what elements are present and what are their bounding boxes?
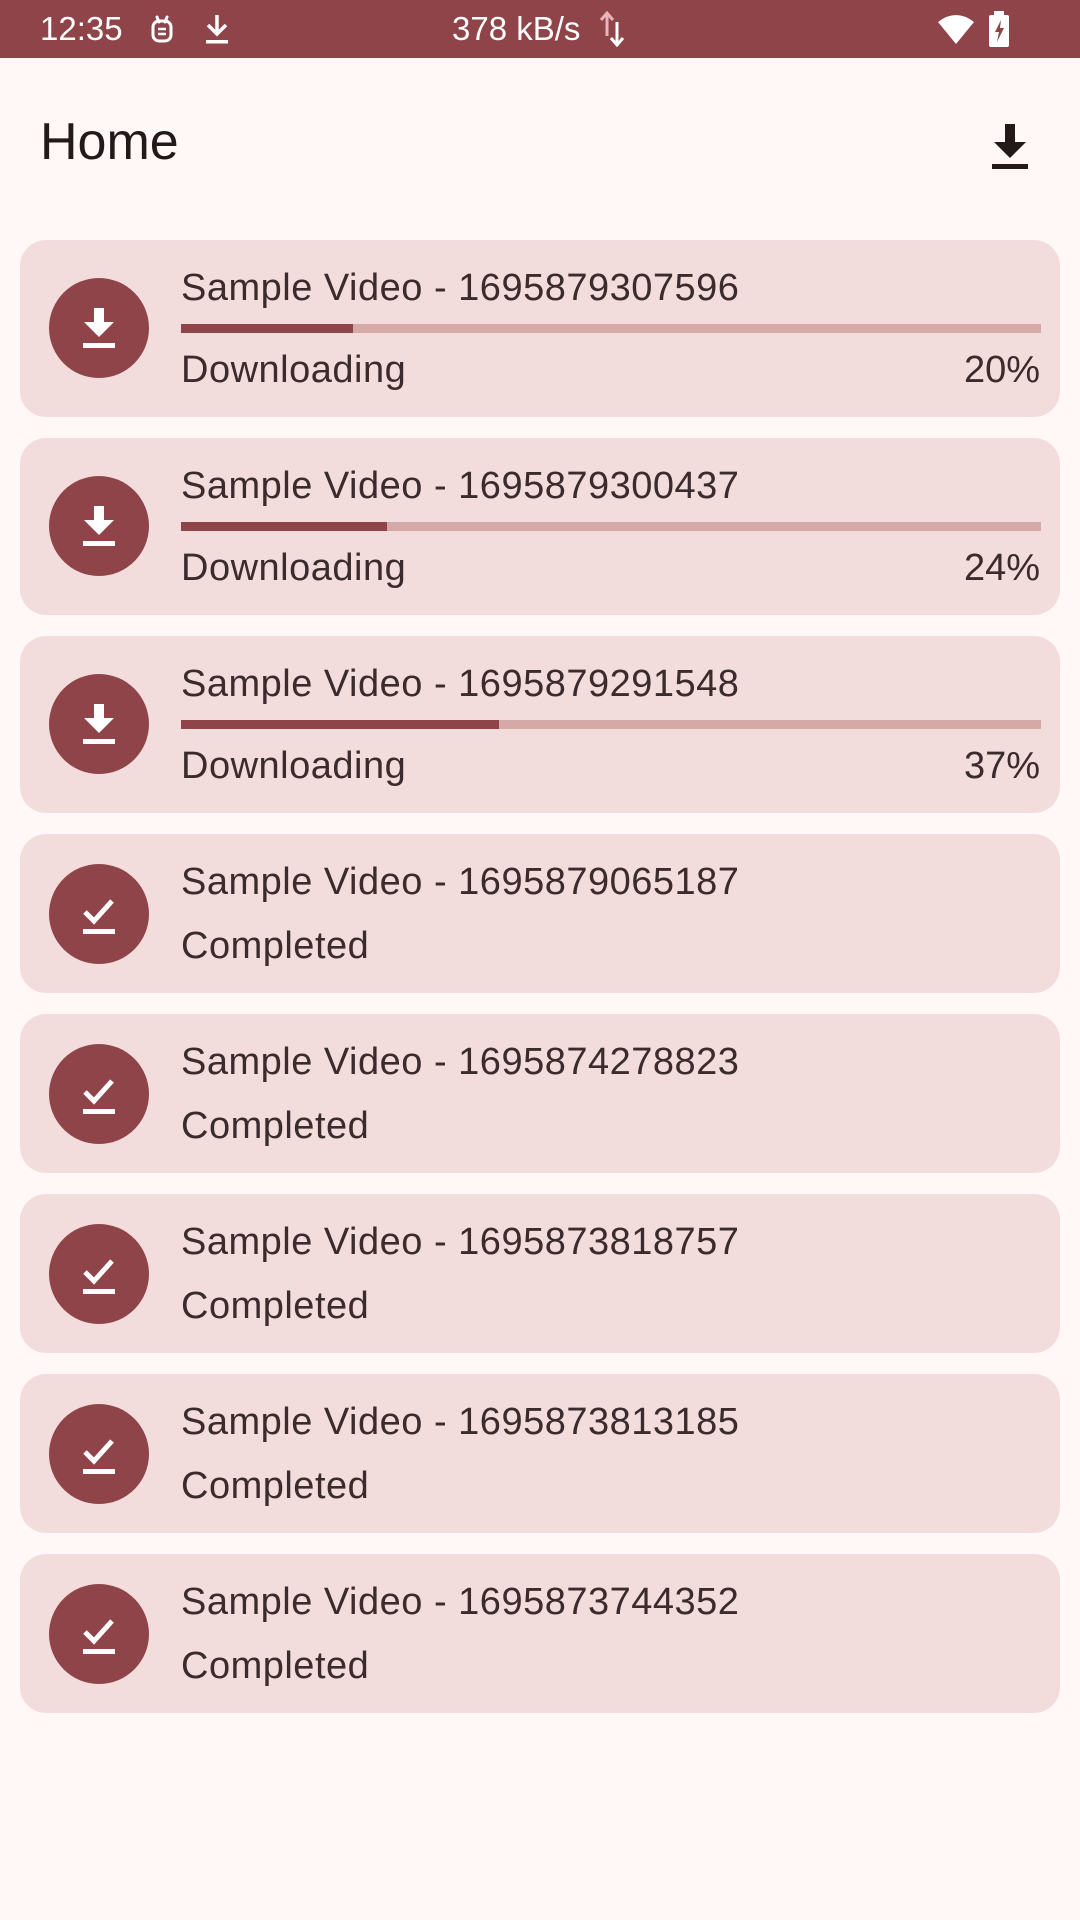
- download-icon: [992, 124, 1028, 169]
- download-done-icon: [49, 1404, 149, 1504]
- download-icon: [49, 278, 149, 378]
- add-download-button[interactable]: [972, 108, 1048, 184]
- download-item[interactable]: Sample Video - 1695879065187 Completed: [20, 834, 1060, 993]
- download-done-icon: [49, 864, 149, 964]
- download-item[interactable]: Sample Video - 1695874278823 Completed: [20, 1014, 1060, 1173]
- download-title: Sample Video - 1695873813185: [181, 1401, 740, 1443]
- wifi-icon: [936, 12, 976, 50]
- network-speed: 378 kB/s: [452, 10, 581, 47]
- status-bar: 12:35 378 kB/s: [0, 0, 1080, 58]
- download-status: Downloading: [181, 349, 407, 391]
- download-percent: 37%: [963, 745, 1040, 787]
- download-icon: [49, 476, 149, 576]
- data-transfer-icon: [598, 10, 626, 52]
- download-done-icon: [49, 1044, 149, 1144]
- download-percent: 20%: [963, 349, 1040, 391]
- download-progress-fill: [181, 522, 388, 531]
- download-done-icon: [49, 1584, 149, 1684]
- download-item[interactable]: Sample Video - 1695879300437 Downloading 2…: [20, 438, 1060, 615]
- download-status: Completed: [181, 1285, 370, 1327]
- download-progress-fill: [181, 720, 500, 729]
- battery-charging-icon: [987, 10, 1011, 52]
- page-title: Home: [40, 113, 179, 171]
- download-status: Completed: [181, 1105, 370, 1147]
- download-title: Sample Video - 1695879065187: [181, 861, 740, 903]
- download-notification-icon: [203, 12, 231, 50]
- download-progress-bar: [181, 324, 1041, 333]
- download-status: Downloading: [181, 745, 407, 787]
- download-title: Sample Video - 1695879300437: [181, 465, 740, 507]
- download-title: Sample Video - 1695873744352: [181, 1581, 740, 1623]
- download-done-icon: [49, 1224, 149, 1324]
- download-percent: 24%: [963, 547, 1040, 589]
- download-item[interactable]: Sample Video - 1695873818757 Completed: [20, 1194, 1060, 1353]
- download-progress-fill: [181, 324, 353, 333]
- download-item[interactable]: Sample Video - 1695873744352 Completed: [20, 1554, 1060, 1713]
- download-progress-bar: [181, 522, 1041, 531]
- download-progress-bar: [181, 720, 1041, 729]
- download-item[interactable]: Sample Video - 1695873813185 Completed: [20, 1374, 1060, 1533]
- download-title: Sample Video - 1695879307596: [181, 267, 740, 309]
- downloads-list: Sample Video - 1695879307596 Downloading 2…: [20, 240, 1060, 1734]
- notification-app-icon: [147, 13, 177, 51]
- download-title: Sample Video - 1695879291548: [181, 663, 740, 705]
- download-icon: [49, 674, 149, 774]
- download-item[interactable]: Sample Video - 1695879291548 Downloading 3…: [20, 636, 1060, 813]
- download-status: Completed: [181, 925, 370, 967]
- download-status: Completed: [181, 1645, 370, 1687]
- download-status: Completed: [181, 1465, 370, 1507]
- download-title: Sample Video - 1695874278823: [181, 1041, 740, 1083]
- download-title: Sample Video - 1695873818757: [181, 1221, 740, 1263]
- status-time: 12:35: [40, 10, 123, 47]
- download-item[interactable]: Sample Video - 1695879307596 Downloading 2…: [20, 240, 1060, 417]
- download-status: Downloading: [181, 547, 407, 589]
- top-app-bar: Home: [0, 58, 1080, 228]
